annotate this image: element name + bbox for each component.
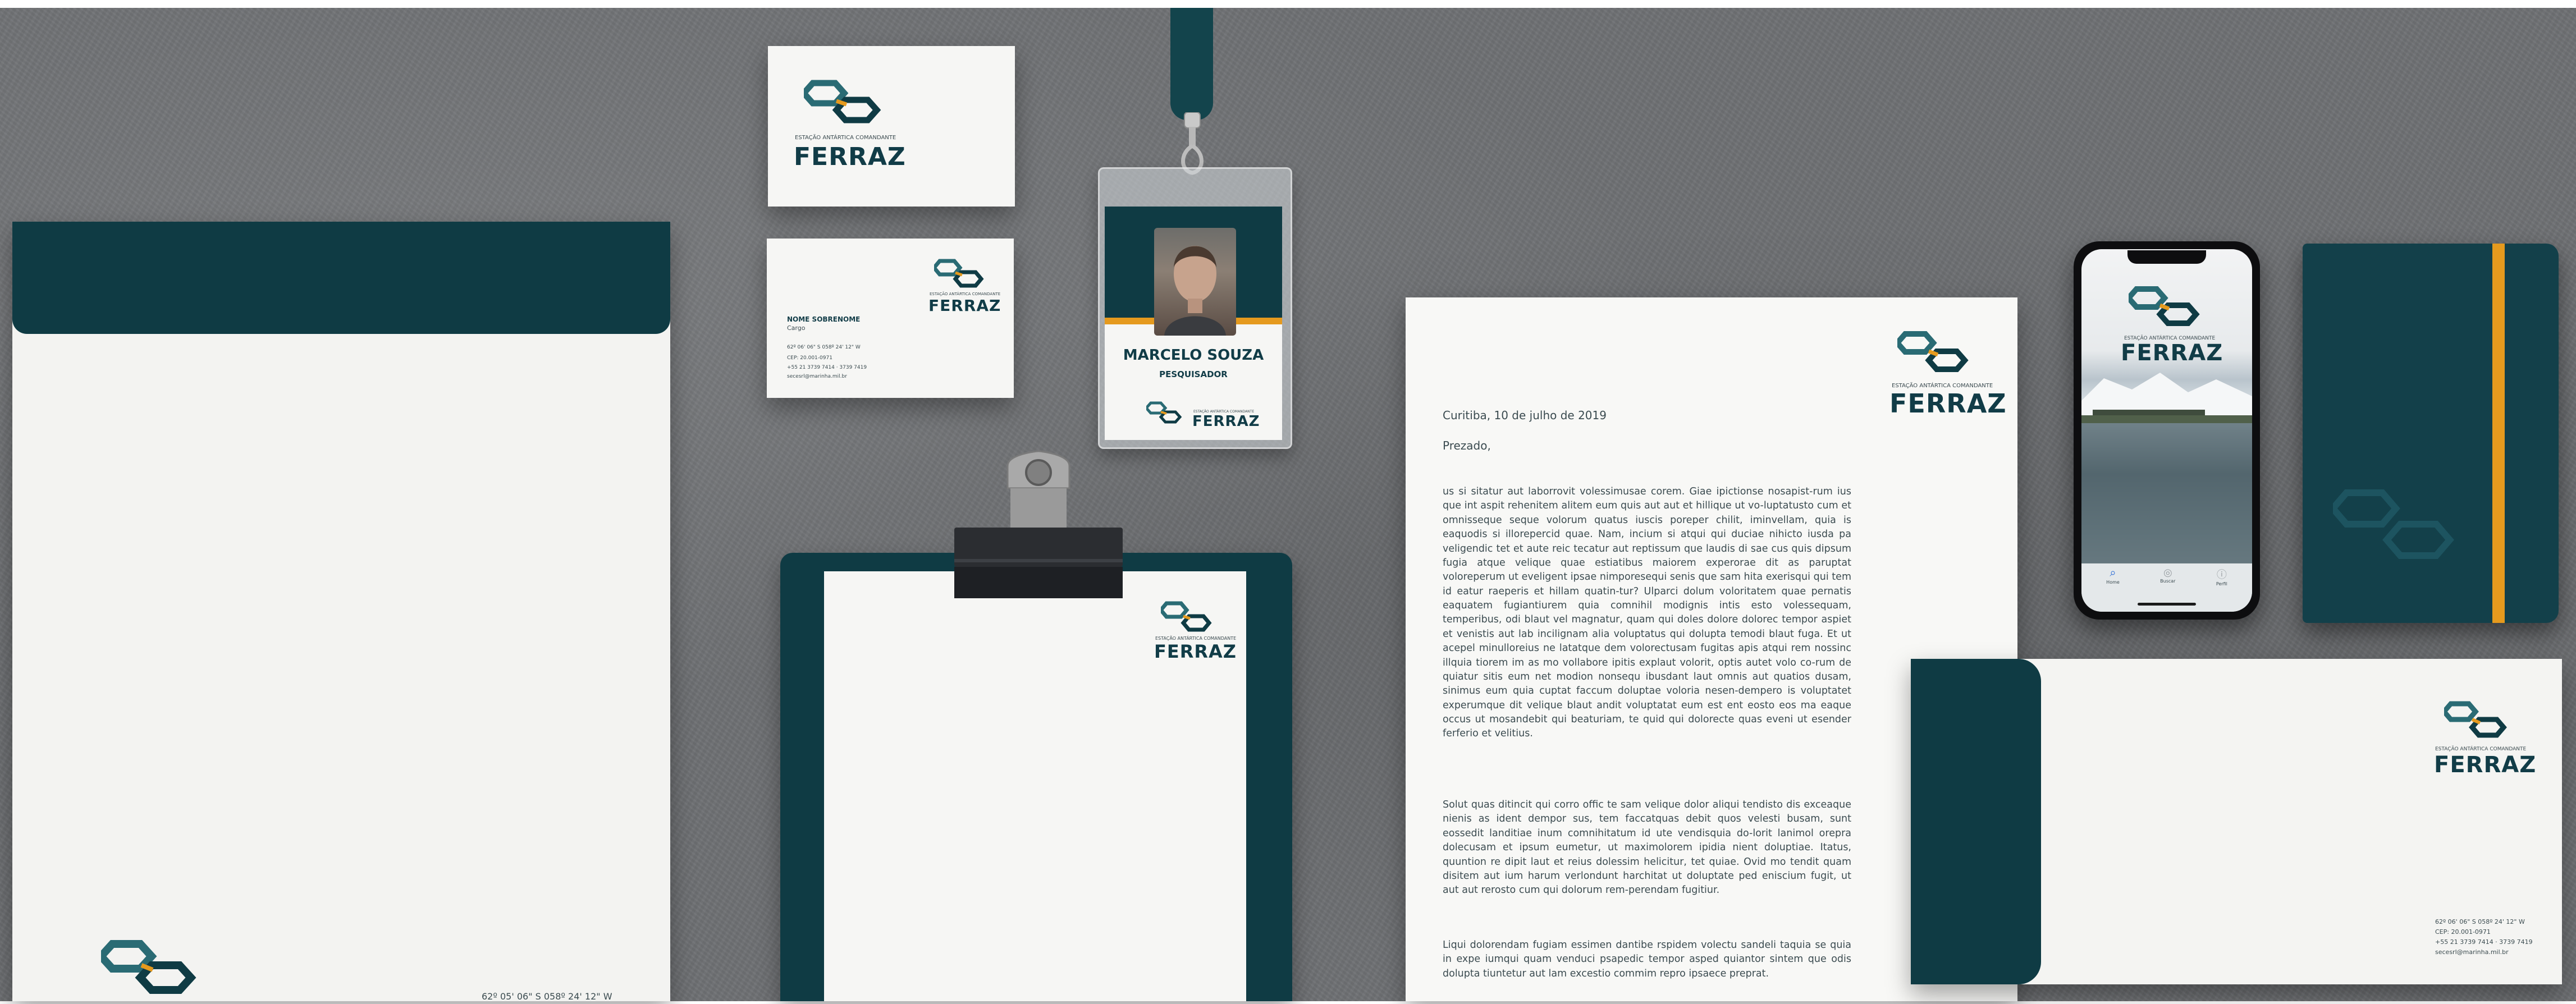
card-back-person-name: NOME SOBRENOME xyxy=(787,315,861,323)
dl-envelope-cep: CEP: 20.001-0971 xyxy=(2435,928,2491,936)
letter-paragraph: Liqui dolorendam fugiam essimen dantibe … xyxy=(1443,939,1851,979)
card-back-role: Cargo xyxy=(787,324,806,332)
badge-logo-icon xyxy=(1144,401,1183,428)
dl-envelope-flap xyxy=(1911,659,2041,984)
badge-role: PESQUISADOR xyxy=(1159,369,1228,379)
envelope-coords: 62º 05' 06" S 058º 24' 12" W xyxy=(482,991,612,1002)
phone-tab-profile[interactable]: ⓘ Perfil xyxy=(2216,567,2227,586)
card-back-phone: +55 21 3739 7414 · 3739 7419 xyxy=(787,365,867,370)
large-envelope-flap xyxy=(12,222,670,334)
phone-tab-home[interactable]: ⌕ Home xyxy=(2106,567,2120,585)
phone-tab-bar: ⌕ Home ◎ Buscar ⓘ Perfil xyxy=(2086,567,2248,600)
card-back-wordmark: FERRAZ xyxy=(928,296,1001,315)
clipboard-clip xyxy=(954,449,1123,603)
clipboard-wordmark: FERRAZ xyxy=(1154,641,1237,662)
clipboard-logo-icon xyxy=(1158,600,1217,638)
card-back-logo-icon xyxy=(931,258,988,295)
dl-envelope-email: secesrl@marinha.mil.br xyxy=(2435,948,2509,956)
top-strip xyxy=(0,0,2576,8)
letter-date: Curitiba, 10 de julho de 2019 xyxy=(1443,409,1607,422)
phone-logo-icon xyxy=(2125,285,2206,333)
circle-icon: ◎ xyxy=(2163,567,2172,578)
dl-envelope-phone: +55 21 3739 7414 · 3739 7419 xyxy=(2435,938,2533,946)
dl-envelope-coords: 62º 06' 06" S 058º 24' 12" W xyxy=(2435,918,2525,925)
letter-paragraph: Solut quas ditincit qui corro offic te s… xyxy=(1443,799,1851,896)
card-front-logo-icon xyxy=(799,79,888,132)
card-back-coords: 62º 06' 06" S 058º 24' 12" W xyxy=(787,345,861,350)
letter-paragraph: us si sitatur aut laborrovit volessimusa… xyxy=(1443,486,1851,740)
dl-envelope-logo-icon xyxy=(2441,700,2514,746)
badge-photo xyxy=(1154,228,1236,336)
clipboard-tagline: ESTAÇÃO ANTÁRTICA COMANDANTE xyxy=(1155,636,1237,641)
phone-tab-label: Perfil xyxy=(2216,581,2227,586)
large-envelope xyxy=(12,222,670,1001)
phone-tab-search[interactable]: ◎ Buscar xyxy=(2160,567,2175,584)
badge-person-name: MARCELO SOUZA xyxy=(1123,347,1264,364)
notebook-elastic-band xyxy=(2492,244,2505,623)
badge-wordmark: FERRAZ xyxy=(1192,413,1260,430)
letter-greeting: Prezado, xyxy=(1443,439,1491,452)
phone-home-indicator xyxy=(2138,603,2196,606)
letter-wordmark: FERRAZ xyxy=(1889,388,2007,419)
notebook-embossed-logo-icon xyxy=(2328,486,2468,573)
card-front-wordmark: FERRAZ xyxy=(794,143,906,171)
card-front-tagline: ESTAÇÃO ANTÁRTICA COMANDANTE xyxy=(795,135,896,141)
envelope-logo-icon xyxy=(95,938,202,1001)
dl-envelope-wordmark: FERRAZ xyxy=(2434,752,2537,778)
phone-wordmark: FERRAZ xyxy=(2121,340,2223,366)
phone-notch xyxy=(2127,250,2206,264)
card-back-tagline: ESTAÇÃO ANTÁRTICA COMANDANTE xyxy=(930,292,1001,296)
card-back-email: secesrl@marinha.mil.br xyxy=(787,374,847,379)
info-icon: ⓘ xyxy=(2216,569,2227,580)
phone-tab-label: Buscar xyxy=(2160,579,2176,584)
letter-logo-icon xyxy=(1893,330,1975,380)
phone-tab-label: Home xyxy=(2106,580,2120,585)
card-back-cep: CEP: 20.001-0971 xyxy=(787,355,832,361)
dl-envelope-tagline: ESTAÇÃO ANTÁRTICA COMANDANTE xyxy=(2435,746,2527,752)
search-icon: ⌕ xyxy=(2110,567,2116,579)
lanyard-strap xyxy=(1170,8,1213,120)
